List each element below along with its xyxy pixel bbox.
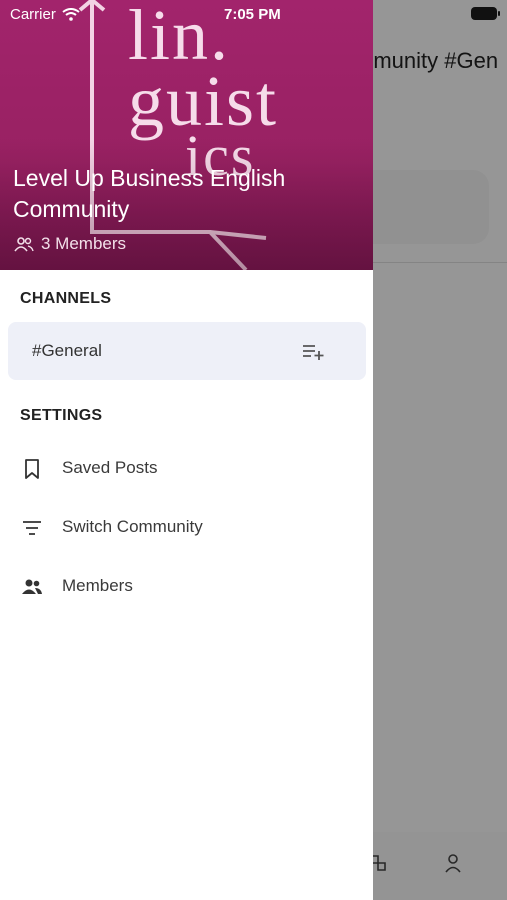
menu-label: Saved Posts	[62, 458, 158, 477]
battery-icon	[471, 7, 500, 20]
channels-section-title: CHANNELS	[20, 290, 112, 307]
filter-list-icon	[23, 521, 41, 535]
status-bar-carrier: Carrier	[10, 6, 80, 23]
wifi-icon	[62, 8, 80, 21]
menu-label: Switch Community	[62, 517, 203, 536]
channel-item-general[interactable]: #General	[8, 322, 366, 380]
playlist-add-icon[interactable]	[301, 340, 325, 362]
members-count-label: 3 Members	[41, 234, 127, 253]
menu-item-members[interactable]: Members	[0, 563, 373, 611]
community-header: lin. guist ics Level Up Business English…	[0, 0, 373, 270]
people-icon	[22, 579, 42, 594]
community-name: Level Up Business English Community	[13, 165, 286, 222]
menu-item-saved-posts[interactable]: Saved Posts	[0, 445, 373, 493]
channel-label: #General	[32, 341, 102, 360]
settings-section-title: SETTINGS	[20, 407, 103, 424]
menu-label: Members	[62, 576, 133, 595]
status-bar-time: 7:05 PM	[224, 6, 281, 23]
navigation-drawer: lin. guist ics Level Up Business English…	[0, 0, 373, 900]
bookmark-icon	[25, 459, 39, 479]
people-icon	[14, 237, 34, 252]
menu-item-switch-community[interactable]: Switch Community	[0, 504, 373, 552]
members-count[interactable]: 3 Members	[14, 234, 126, 254]
carrier-label: Carrier	[10, 6, 56, 23]
